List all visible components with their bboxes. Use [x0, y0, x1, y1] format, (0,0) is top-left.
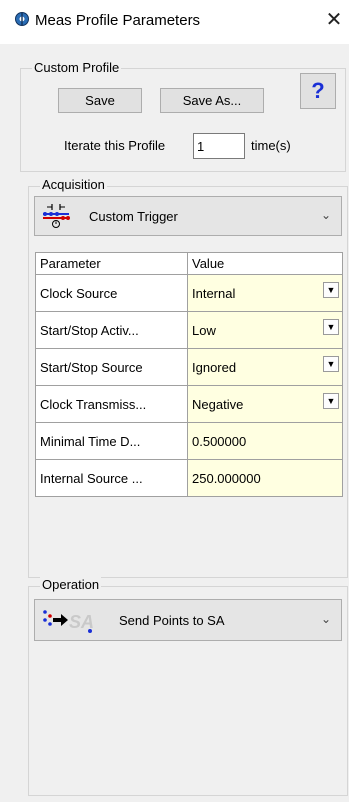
param-value-cell[interactable]: Low ▼: [187, 311, 343, 349]
table-header-row: Parameter Value: [35, 252, 343, 275]
table-row: Internal Source ... 250.000000: [35, 459, 343, 497]
param-value: Internal: [192, 285, 236, 301]
column-header-value: Value: [187, 252, 343, 275]
param-value: Ignored: [192, 359, 237, 375]
param-name: Minimal Time D...: [35, 422, 188, 460]
table-row: Start/Stop Source Ignored ▼: [35, 348, 343, 386]
param-name: Start/Stop Source: [35, 348, 188, 386]
dropdown-arrow-icon[interactable]: ▼: [323, 282, 339, 298]
param-value-cell[interactable]: 250.000000: [187, 459, 343, 497]
operation-legend: Operation: [40, 577, 102, 592]
send-points-sa-icon: SA: [43, 610, 94, 633]
param-name: Start/Stop Activ...: [35, 311, 188, 349]
param-name: Clock Transmiss...: [35, 385, 188, 423]
dropdown-arrow-icon[interactable]: ▼: [323, 319, 339, 335]
times-label: time(s): [251, 138, 291, 153]
acquisition-mode-value: Custom Trigger: [89, 209, 178, 224]
param-value: Negative: [192, 396, 244, 412]
table-row: Clock Source Internal ▼: [35, 274, 343, 312]
custom-profile-legend: Custom Profile: [32, 60, 122, 75]
acquisition-mode-select[interactable]: Custom Trigger ⌄: [34, 196, 342, 236]
column-header-parameter: Parameter: [35, 252, 188, 275]
dropdown-arrow-icon[interactable]: ▼: [323, 356, 339, 372]
acquisition-legend: Acquisition: [40, 177, 107, 192]
param-value: 0.500000: [192, 433, 247, 449]
param-value-cell[interactable]: Internal ▼: [187, 274, 343, 312]
save-as-button[interactable]: Save As...: [160, 88, 264, 113]
close-icon[interactable]: ✕: [320, 6, 348, 34]
app-icon: [15, 12, 29, 26]
param-name: Clock Source: [35, 274, 188, 312]
param-name: Internal Source ...: [35, 459, 188, 497]
dropdown-arrow-icon[interactable]: ▼: [323, 393, 339, 409]
operation-mode-select[interactable]: SA Send Points to SA ⌄: [34, 599, 342, 641]
iterate-count-input[interactable]: [193, 133, 245, 159]
table-row: Start/Stop Activ... Low ▼: [35, 311, 343, 349]
operation-mode-value: Send Points to SA: [119, 613, 225, 628]
table-row: Clock Transmiss... Negative ▼: [35, 385, 343, 423]
acquisition-parameters-table: Parameter Value Clock Source Internal ▼ …: [35, 252, 343, 497]
chevron-down-icon[interactable]: ⌄: [321, 208, 331, 222]
window-title: Meas Profile Parameters: [35, 12, 201, 29]
param-value-cell[interactable]: 0.500000: [187, 422, 343, 460]
svg-text:SA: SA: [69, 612, 94, 632]
custom-profile-group: [20, 68, 346, 172]
title-bar: Meas Profile Parameters ✕: [0, 0, 349, 44]
custom-trigger-icon: [43, 204, 70, 228]
save-button[interactable]: Save: [58, 88, 142, 113]
iterate-label: Iterate this Profile: [64, 138, 166, 153]
param-value-cell[interactable]: Negative ▼: [187, 385, 343, 423]
help-button[interactable]: ?: [300, 73, 336, 109]
param-value: 250.000000: [192, 470, 261, 486]
param-value: Low: [192, 322, 216, 338]
chevron-down-icon[interactable]: ⌄: [321, 612, 331, 626]
table-row: Minimal Time D... 0.500000: [35, 422, 343, 460]
param-value-cell[interactable]: Ignored ▼: [187, 348, 343, 386]
